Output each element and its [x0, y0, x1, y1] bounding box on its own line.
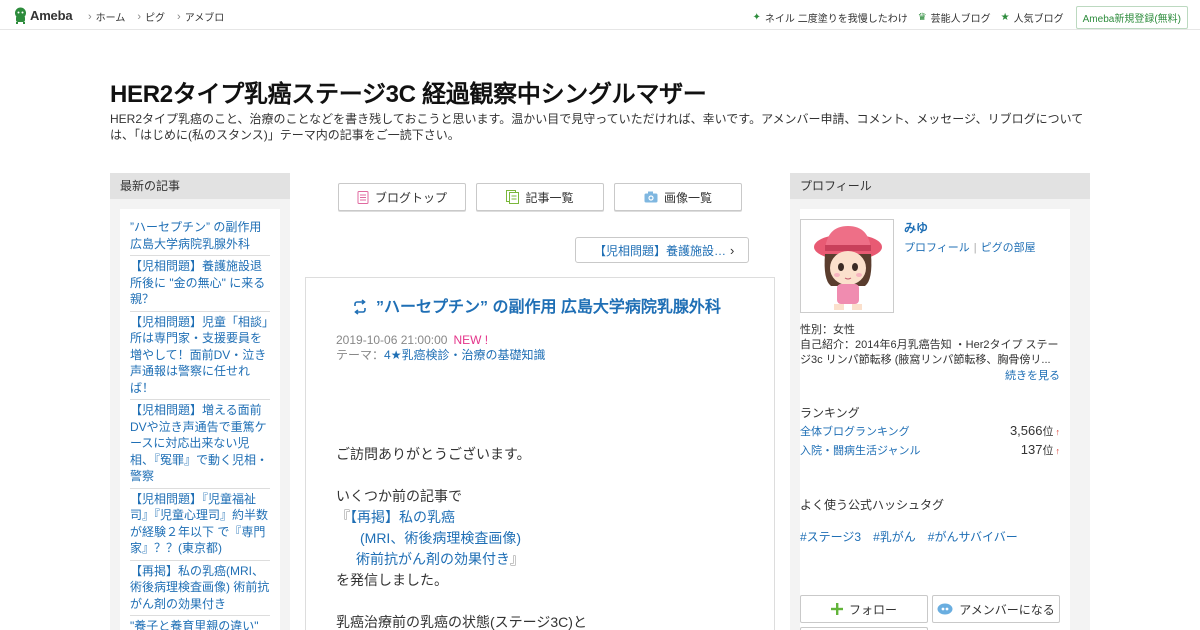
- celebrity-blog-link[interactable]: ♛ 芸能人ブログ: [918, 10, 991, 25]
- reblogged-article-link[interactable]: 【再掲】私の乳癌: [350, 509, 455, 525]
- previous-article-label: 【児相問題】養護施設…: [594, 243, 727, 258]
- theme-prefix: テーマ：: [336, 348, 385, 362]
- article-meta: 2019-10-06 21:00:00 NEW ! テーマ：4★乳癌検診・治療の基…: [336, 333, 545, 363]
- become-member-button[interactable]: アメンバーになる: [932, 595, 1060, 623]
- avatar[interactable]: [800, 219, 894, 313]
- profile-links: プロフィール | ピグの部屋: [904, 239, 1036, 255]
- popular-blog-label: 人気ブログ: [1013, 14, 1064, 25]
- recent-article-item[interactable]: 【再掲】私の乳癌(MRI、術後病理検査画像) 術前抗がん剤の効果付き: [130, 561, 270, 616]
- recent-articles-heading: 最新の記事: [110, 173, 290, 199]
- ranking-unit: 位: [1042, 426, 1054, 438]
- article-body: ご訪問ありがとうございます。 いくつか前の記事で 『【再掲】私の乳癌 (MRI、…: [336, 444, 756, 630]
- tab-article-list[interactable]: 記事一覧: [476, 183, 604, 211]
- blog-tabs: ブログトップ 記事一覧 画像一覧: [338, 183, 752, 211]
- ranking-overall-link[interactable]: 全体ブログランキング: [800, 423, 910, 439]
- recent-articles-list: ”ハーセプチン” の副作用 広島大学病院乳腺外科 【児相問題】養護施設退所後に …: [120, 209, 280, 630]
- recent-article-item[interactable]: "養子と養育里親の違い": [130, 616, 270, 630]
- member-icon: [937, 603, 953, 616]
- nav-pig[interactable]: ピグ: [137, 9, 165, 24]
- quote-close: 』: [510, 551, 524, 567]
- crown-icon: ♛: [917, 12, 927, 23]
- body-greeting: ご訪問ありがとうございます。: [336, 446, 531, 462]
- plus-icon: [830, 603, 843, 615]
- star-icon: ★: [1000, 12, 1010, 23]
- new-badge: NEW !: [453, 333, 489, 347]
- tab-article-list-label: 記事一覧: [525, 190, 574, 205]
- body-line: を発信しました。: [336, 572, 448, 588]
- reblogged-article-link[interactable]: (MRI、術後病理検査画像): [360, 530, 521, 546]
- article-title-link[interactable]: ”ハーセプチン” の副作用 広島大学病院乳腺外科: [352, 298, 752, 318]
- follow-label: フォロー: [848, 602, 897, 617]
- nav-home[interactable]: ホーム: [88, 9, 126, 24]
- profile-gender: 性別：女性: [800, 324, 855, 336]
- recent-article-item[interactable]: 【児相問題】児童「相談」所は専門家・支援要員を増やして！面前DV・泣き声通報は警…: [130, 312, 270, 400]
- article: ”ハーセプチン” の副作用 広島大学病院乳腺外科 2019-10-06 21:0…: [305, 277, 775, 630]
- ranking-genre-value: 137: [1020, 442, 1043, 457]
- profile-box: みゆ プロフィール | ピグの部屋 性別：女性 自己紹介：2014年6月乳癌告知 ・…: [800, 209, 1070, 630]
- profile-name[interactable]: みゆ: [904, 219, 928, 236]
- member-label: アメンバーになる: [959, 602, 1055, 617]
- rank-up-icon: ↑: [1055, 427, 1061, 437]
- ameba-logo[interactable]: Ameba: [13, 6, 73, 24]
- profile-link-separator: |: [973, 242, 977, 254]
- recent-articles-sidebar: 最新の記事 ”ハーセプチン” の副作用 広島大学病院乳腺外科 【児相問題】養護施…: [110, 173, 290, 630]
- profile-info: 性別：女性 自己紹介：2014年6月乳癌告知 ・Her2タイプ ステージ3c リ…: [800, 323, 1062, 368]
- global-right-links: ✦ ネイル 二度塗りを我慢したわけ ♛ 芸能人ブログ ★ 人気ブログ Ameba…: [753, 6, 1188, 29]
- blog-description: HER2タイプ乳癌のこと、治療のことなどを書き残しておこうと思います。温かい目で…: [110, 112, 1084, 142]
- global-header: Ameba ホーム ピグ アメブロ ✦ ネイル 二度塗りを我慢したわけ ♛ 芸能…: [0, 0, 1200, 30]
- profile-intro: 自己紹介：2014年6月乳癌告知 ・Her2タイプ ステージ3c リンパ節転移 …: [800, 339, 1059, 366]
- hashtag-heading: よく使う公式ハッシュタグ: [800, 498, 945, 512]
- ranking-unit: 位: [1042, 445, 1054, 457]
- hashtag-link[interactable]: #がんサバイバー: [928, 528, 1018, 545]
- recent-article-item[interactable]: 【児相問題】『児童福祉司』『児童心理司』約半数が経験２年以下 で『専門家』？？(…: [130, 489, 270, 561]
- follow-button[interactable]: フォロー: [800, 595, 928, 623]
- ranking-genre-link[interactable]: 入院・闘病生活ジャンル: [800, 442, 920, 458]
- article-title: ”ハーセプチン” の副作用 広島大学病院乳腺外科: [376, 299, 721, 316]
- tab-blog-top-label: ブログトップ: [374, 190, 447, 205]
- profile-link[interactable]: プロフィール: [904, 242, 970, 254]
- recent-article-item[interactable]: ”ハーセプチン” の副作用 広島大学病院乳腺外科: [130, 217, 270, 256]
- document-icon: [357, 190, 369, 204]
- hashtag-link[interactable]: #乳がん: [873, 528, 916, 545]
- popular-blog-link[interactable]: ★ 人気ブログ: [1001, 10, 1064, 25]
- previous-article-link[interactable]: 【児相問題】養護施設… ›: [575, 237, 749, 263]
- celebrity-blog-label: 芸能人ブログ: [930, 14, 991, 25]
- list-icon: [506, 190, 520, 204]
- register-button[interactable]: Ameba新規登録(無料): [1075, 6, 1188, 29]
- nav-ameblo[interactable]: アメブロ: [177, 9, 225, 24]
- profile-heading: プロフィール: [790, 173, 1090, 199]
- ranking-heading: ランキング: [800, 406, 860, 420]
- logo-text: Ameba: [30, 7, 73, 23]
- trending-link[interactable]: ✦ ネイル 二度塗りを我慢したわけ: [753, 10, 908, 25]
- hashtag-link[interactable]: #ステージ3: [800, 528, 861, 545]
- hashtag-list: #ステージ3 #乳がん #がんサバイバー: [800, 528, 1030, 545]
- diamond-icon: ✦: [752, 12, 761, 23]
- tab-image-list-label: 画像一覧: [663, 190, 712, 205]
- recent-article-item[interactable]: 【児相問題】養護施設退所後に "金の無心" に来る親？: [130, 256, 270, 312]
- read-more-link[interactable]: 続きを見る: [1005, 367, 1060, 383]
- profile-sidebar: プロフィール みゆ プロフィール | ピグの部屋 性別：女性 自己紹介：2014…: [790, 173, 1090, 630]
- chevron-right-icon: ›: [730, 242, 735, 258]
- ranking-row: 入院・闘病生活ジャンル 137位 ↑: [800, 442, 1060, 458]
- rank-up-icon: ↑: [1055, 446, 1061, 456]
- tab-blog-top[interactable]: ブログトップ: [338, 183, 466, 211]
- reblog-icon: [352, 299, 368, 315]
- article-date: 2019-10-06 21:00:00: [336, 333, 448, 347]
- blog-title[interactable]: HER2タイプ乳癌ステージ3C 経過観察中シングルマザー: [110, 74, 707, 109]
- pig-room-link[interactable]: ピグの部屋: [981, 242, 1036, 254]
- reblogged-article-link[interactable]: 術前抗がん剤の効果付き: [356, 551, 510, 567]
- global-nav: ホーム ピグ アメブロ: [88, 9, 236, 24]
- recent-article-item[interactable]: 【児相問題】増える面前DVや泣き声通告で重篤ケースに対応出来ない児相、『冤罪』で…: [130, 400, 270, 489]
- trending-label: ネイル 二度塗りを我慢したわけ: [764, 14, 908, 25]
- body-line: 乳癌治療前の乳癌の状態(ステージ3C)と: [336, 614, 587, 630]
- article-theme-link[interactable]: 4★乳癌検診・治療の基礎知識: [384, 348, 545, 362]
- ranking-overall-value: 3,566: [1009, 423, 1043, 438]
- ranking-row: 全体ブログランキング 3,566位 ↑: [800, 423, 1060, 439]
- tab-image-list[interactable]: 画像一覧: [614, 183, 742, 211]
- ameba-logo-icon: [15, 7, 26, 24]
- quote-open: 『: [336, 509, 350, 525]
- body-line: いくつか前の記事で: [336, 488, 462, 504]
- camera-icon: [644, 191, 658, 203]
